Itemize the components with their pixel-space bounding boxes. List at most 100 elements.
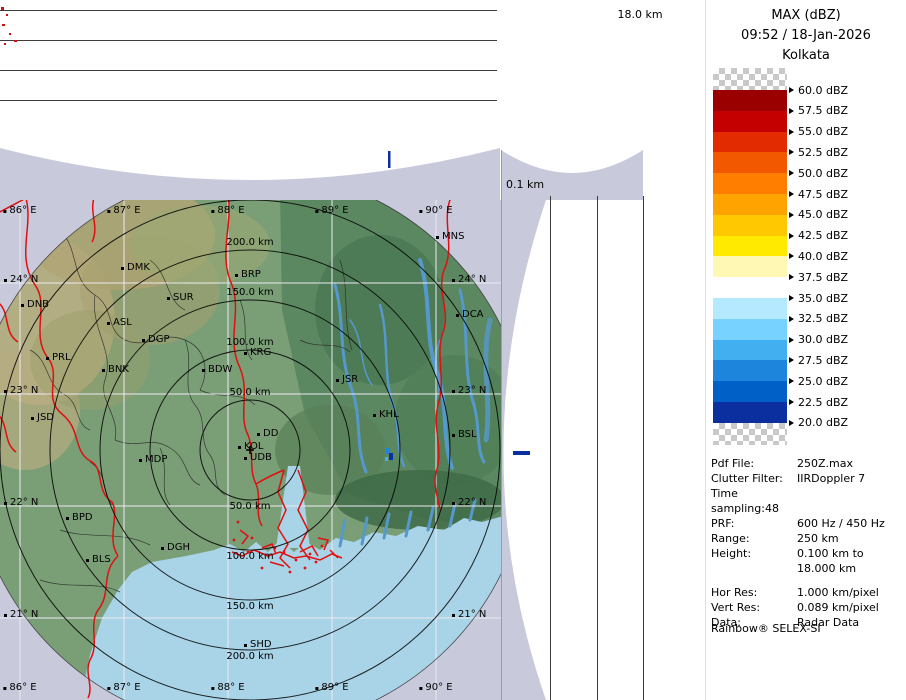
scale-label-text: 57.5 dBZ (798, 104, 848, 117)
scale-label-text: 30.0 dBZ (798, 333, 848, 346)
legend-panel: MAX (dBZ) 09:52 / 18-Jan-2026 Kolkata 60… (705, 0, 906, 700)
scale-label-text: 52.5 dBZ (798, 146, 848, 159)
info-value (797, 486, 903, 516)
legend-colorbar (713, 68, 787, 445)
scale-tick-icon (789, 129, 794, 135)
colorbar-color-block (713, 298, 787, 319)
scale-tick-icon (789, 253, 794, 259)
scale-tick-icon (789, 149, 794, 155)
info-label (711, 561, 797, 576)
product-title: MAX (dBZ) (706, 0, 906, 26)
info-value: 600 Hz / 450 Hz (797, 516, 903, 531)
scale-tick-icon (789, 274, 794, 280)
colorbar-color-block (713, 277, 787, 298)
side-axis-min-label: 0.1 km (506, 178, 544, 191)
scale-label-text: 60.0 dBZ (798, 84, 848, 97)
colorbar-color-block (713, 173, 787, 194)
scale-tick-icon (789, 316, 794, 322)
info-label: Pdf File: (711, 456, 797, 471)
info-row: Time sampling:48 (711, 486, 903, 516)
colorbar-color-block (713, 90, 787, 111)
scale-label: 42.5 dBZ (789, 229, 848, 243)
info-value: 18.000 km (797, 561, 903, 576)
scale-label-text: 47.5 dBZ (798, 188, 848, 201)
scale-label: 57.5 dBZ (789, 104, 848, 118)
colorbar-checker-block (713, 423, 787, 445)
product-datetime: 09:52 / 18-Jan-2026 (706, 26, 906, 46)
radar-map-view[interactable]: 86° E86° E87° E87° E88° E88° E89° E89° E… (0, 200, 501, 700)
scale-label: 27.5 dBZ (789, 353, 848, 367)
info-row: 18.000 km (711, 561, 903, 576)
info-value: 250Z.max (797, 456, 903, 471)
scale-tick-icon (789, 420, 794, 426)
scale-tick-icon (789, 378, 794, 384)
scale-tick-icon (789, 295, 794, 301)
scale-label: 37.5 dBZ (789, 270, 848, 284)
radar-application-window: 18.0 km 0.1 km (0, 0, 906, 700)
scale-label: 20.0 dBZ (789, 416, 848, 430)
scale-tick-icon (789, 337, 794, 343)
cross-section-top-panel[interactable] (0, 0, 501, 200)
echo-trace-blue (513, 451, 530, 455)
info-value: 250 km (797, 531, 903, 546)
scale-label: 55.0 dBZ (789, 125, 848, 139)
scale-label-text: 20.0 dBZ (798, 416, 848, 429)
scale-label: 40.0 dBZ (789, 249, 848, 263)
scale-label: 50.0 dBZ (789, 166, 848, 180)
info-row: Hor Res:1.000 km/pixel (711, 585, 903, 600)
scale-tick-icon (789, 108, 794, 114)
scale-label: 60.0 dBZ (789, 83, 848, 97)
scale-tick-icon (789, 233, 794, 239)
info-row: Range:250 km (711, 531, 903, 546)
scale-tick-icon (789, 87, 794, 93)
info-value: IIRDoppler 7 (797, 471, 903, 486)
info-label: Range: (711, 531, 797, 546)
info-label: Time sampling:48 (711, 486, 797, 516)
echo-trace-red (1, 7, 17, 45)
scale-label-text: 45.0 dBZ (798, 208, 848, 221)
side-axis-max-label: 18.0 km (617, 8, 662, 21)
info-row: Vert Res:0.089 km/pixel (711, 600, 903, 615)
colorbar-color-block (713, 215, 787, 236)
scale-label-text: 50.0 dBZ (798, 167, 848, 180)
scale-label-text: 35.0 dBZ (798, 292, 848, 305)
scale-label: 22.5 dBZ (789, 395, 848, 409)
info-spacer (711, 576, 903, 585)
scale-tick-icon (789, 191, 794, 197)
scale-label: 25.0 dBZ (789, 374, 848, 388)
scale-label-text: 37.5 dBZ (798, 271, 848, 284)
colorbar-color-block (713, 381, 787, 402)
colorbar-color-block (713, 319, 787, 340)
colorbar-color-block (713, 152, 787, 173)
radar-map-graphic (0, 200, 501, 700)
info-row: Clutter Filter:IIRDoppler 7 (711, 471, 903, 486)
scale-tick-icon (789, 357, 794, 363)
scale-label-text: 22.5 dBZ (798, 396, 848, 409)
scale-label-text: 32.5 dBZ (798, 312, 848, 325)
station-name: Kolkata (706, 46, 906, 66)
software-name: Rainbow® SELEX-SI (711, 622, 821, 635)
info-row: PRF:600 Hz / 450 Hz (711, 516, 903, 531)
scale-label: 45.0 dBZ (789, 208, 848, 222)
side-panel-graphic (501, 0, 705, 700)
info-label: Height: (711, 546, 797, 561)
top-panel-graphic (0, 0, 501, 200)
scale-label-text: 25.0 dBZ (798, 375, 848, 388)
colorbar-checker-block (713, 68, 787, 90)
info-value: 0.100 km to (797, 546, 903, 561)
colorbar-color-block (713, 360, 787, 381)
scale-label-text: 40.0 dBZ (798, 250, 848, 263)
cross-section-side-panel[interactable]: 18.0 km 0.1 km (501, 0, 705, 700)
info-row: Height:0.100 km to (711, 546, 903, 561)
info-value: 0.089 km/pixel (797, 600, 903, 615)
scale-label: 30.0 dBZ (789, 333, 848, 347)
colorbar-color-block (713, 111, 787, 132)
scale-label: 32.5 dBZ (789, 312, 848, 326)
scale-tick-icon (789, 212, 794, 218)
colorbar-color-block (713, 256, 787, 277)
colorbar-color-block (713, 340, 787, 361)
colorbar-color-block (713, 402, 787, 423)
scale-label: 52.5 dBZ (789, 145, 848, 159)
colorbar-color-block (713, 194, 787, 215)
info-label: PRF: (711, 516, 797, 531)
